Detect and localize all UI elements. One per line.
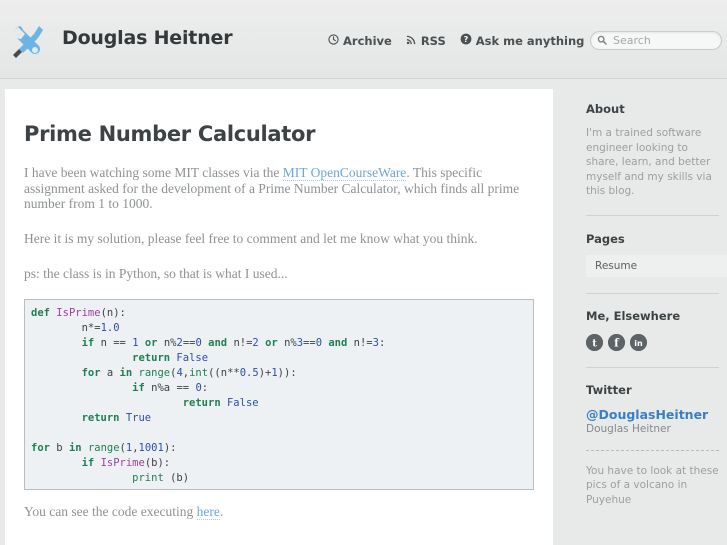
svg-text:in: in (634, 339, 643, 348)
linkedin-icon[interactable]: in (630, 333, 647, 351)
search-box[interactable] (590, 31, 722, 50)
sidebar-dashed-divider (586, 449, 719, 451)
page-root: Douglas Heitner Archive RSS ? Ask me any… (0, 0, 727, 545)
sidebar-heading-elsewhere: Me, Elsewhere (586, 308, 681, 323)
sidebar-about-text: I'm a trained software engineer looking … (586, 127, 712, 197)
after-code-period: . (219, 503, 224, 519)
post-paragraph-3: ps: the class is in Python, so that is w… (24, 265, 288, 281)
nav-item-rss-label: RSS (420, 33, 446, 48)
twitter-icon[interactable]: t (586, 333, 603, 351)
social-links: t f in (586, 333, 727, 351)
nav-item-archive-label: Archive (343, 33, 392, 48)
page-title: Prime Number Calculator (24, 122, 316, 146)
post-paragraph-1: I have been watching some MIT classes vi… (24, 165, 534, 212)
sidebar: About I'm a trained software engineer lo… (578, 89, 727, 545)
post-paragraph-after-code: You can see the code executing here. (24, 503, 534, 520)
code-block: def IsPrime(n): n*=1.0 if n == 1 or n%2=… (24, 298, 534, 490)
rss-icon (406, 34, 417, 48)
twitter-handle-link[interactable]: @DouglasHeitner (586, 407, 719, 422)
latest-tweet-text: You have to look at these pics of a volc… (586, 464, 719, 506)
sidebar-item-resume[interactable]: Resume (586, 254, 727, 277)
here-link[interactable]: here (196, 503, 220, 520)
sidebar-heading-twitter: Twitter (586, 382, 632, 397)
post-paragraph-2: Here it is my solution, please feel free… (24, 231, 478, 247)
main-nav: Archive RSS ? Ask me anything (328, 33, 584, 48)
sidebar-heading-about: About (586, 102, 625, 116)
clock-icon (328, 33, 339, 48)
search-icon (597, 32, 607, 50)
svg-text:?: ? (463, 35, 468, 44)
svg-text:t: t (592, 338, 597, 349)
wrench-screwdriver-icon (6, 20, 48, 62)
mit-opencourseware-link[interactable]: MIT OpenCourseWare (282, 165, 407, 181)
after-code-text: You can see the code executing (24, 503, 197, 519)
nav-item-ask-me-anything[interactable]: ? Ask me anything (460, 33, 585, 48)
search-input[interactable] (611, 33, 715, 48)
para1-text-before: I have been watching some MIT classes vi… (24, 165, 283, 180)
site-title[interactable]: Douglas Heitner (62, 27, 233, 49)
facebook-icon[interactable]: f (608, 333, 625, 351)
question-circle-icon: ? (460, 33, 472, 48)
sidebar-pages-list: Resume (578, 254, 727, 277)
nav-item-rss[interactable]: RSS (406, 34, 446, 48)
code-line: def IsPrime(n): n*=1.0 if n == 1 or n%2=… (31, 306, 386, 484)
post-content-panel: Prime Number Calculator I have been watc… (5, 89, 553, 545)
nav-item-archive[interactable]: Archive (328, 34, 392, 48)
sidebar-heading-pages: Pages (586, 231, 625, 246)
twitter-display-name: Douglas Heitner (586, 422, 671, 435)
nav-item-ask-label: Ask me anything (475, 33, 585, 48)
site-header: Douglas Heitner Archive RSS ? Ask me any… (0, 0, 727, 79)
